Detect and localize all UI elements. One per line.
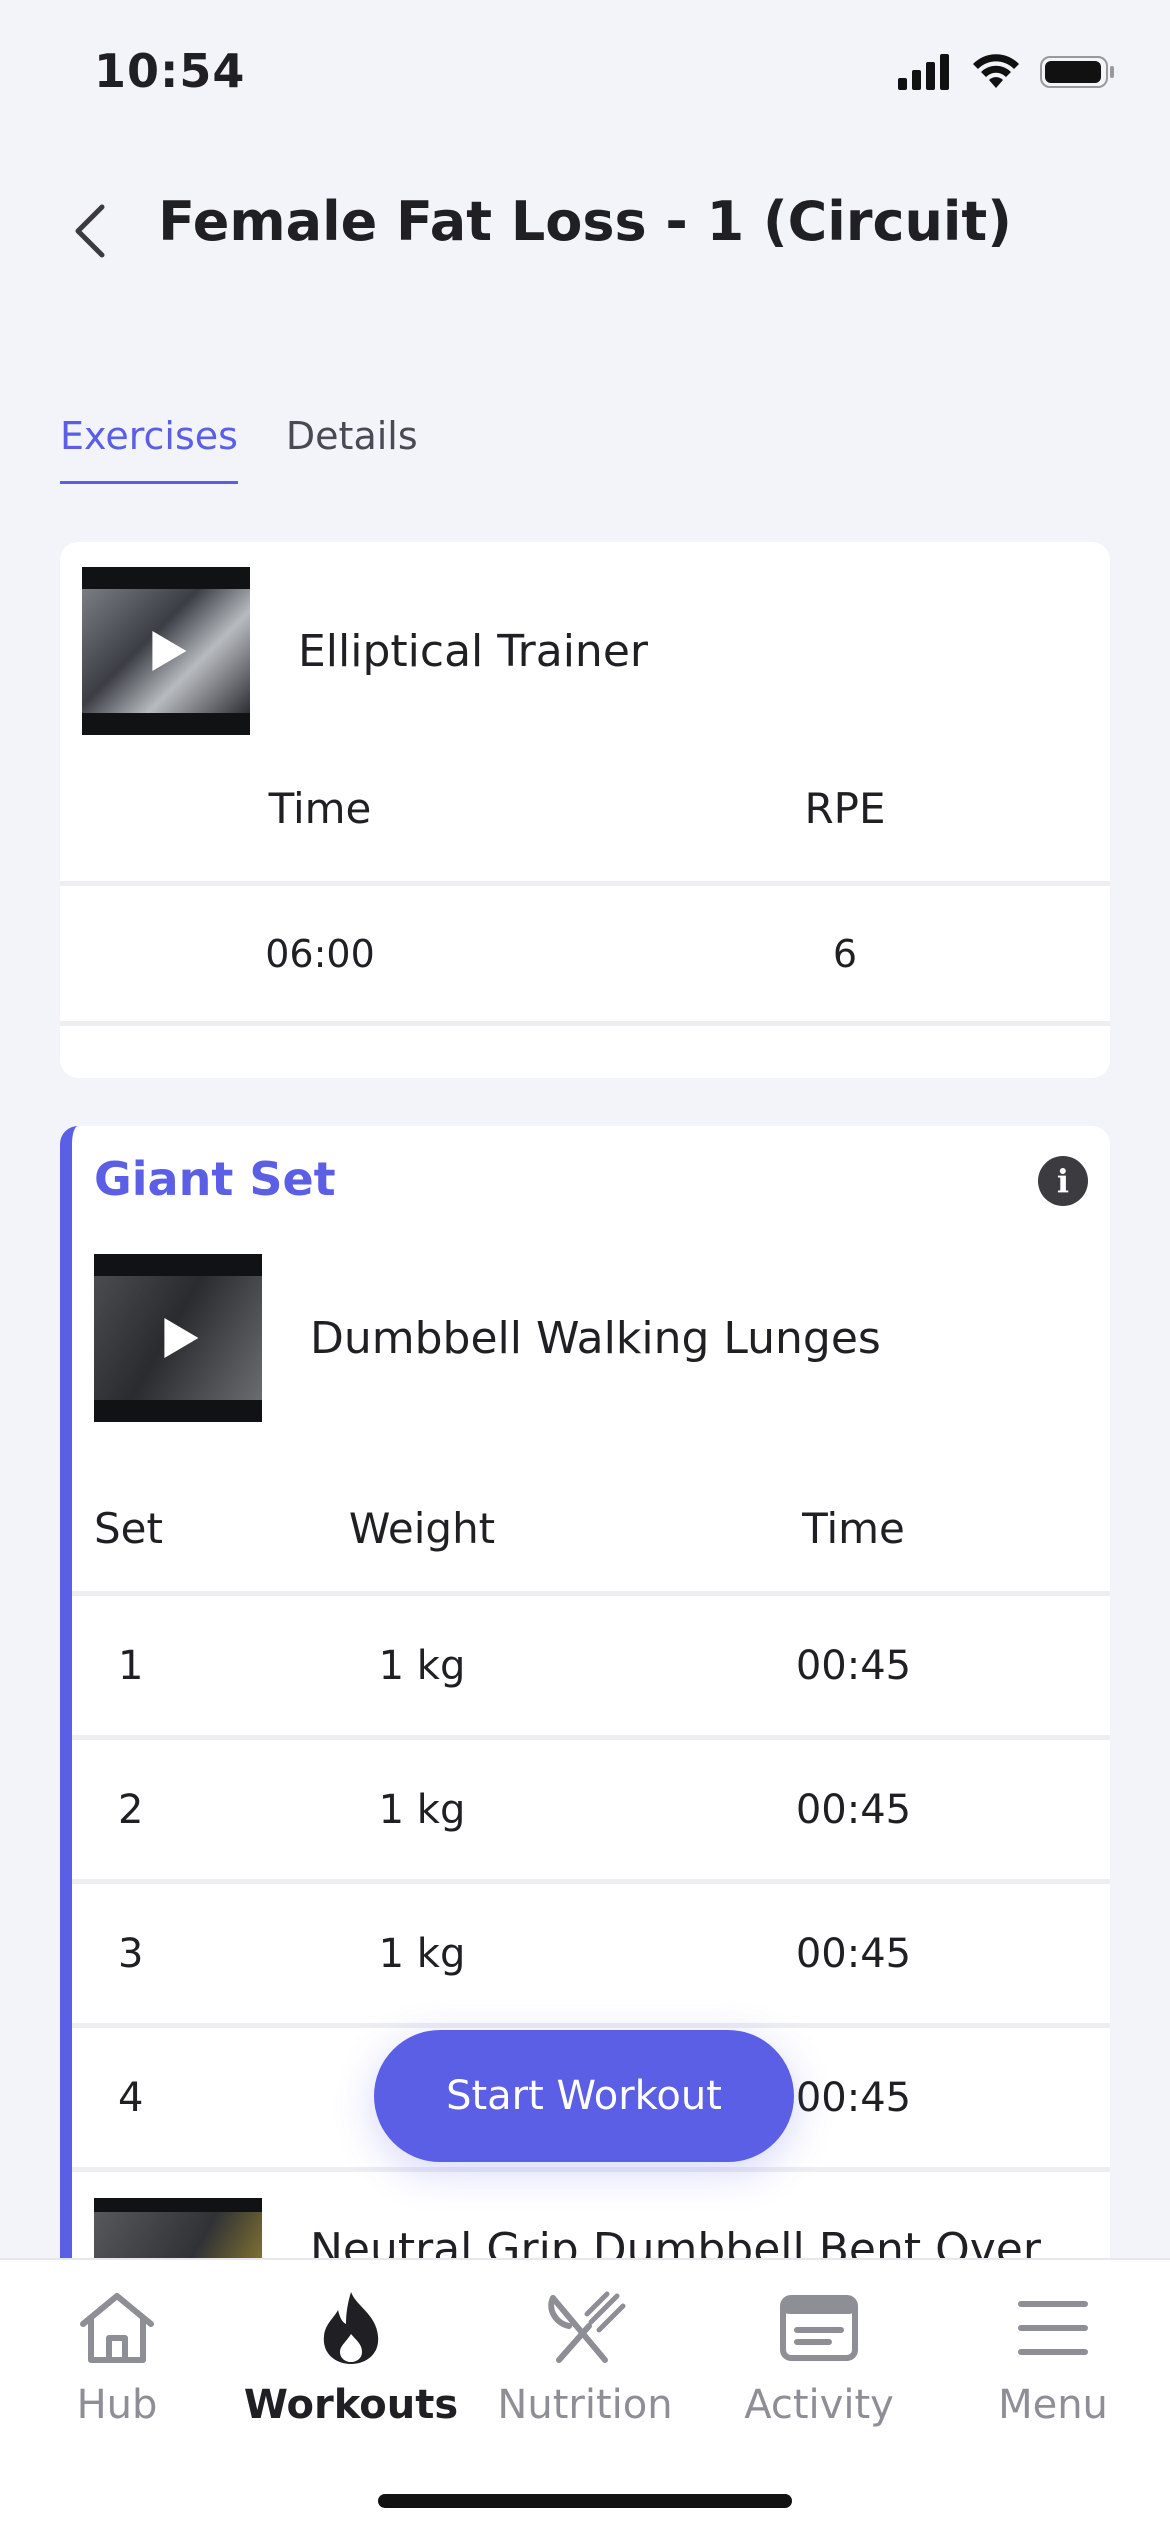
nav-item-hub[interactable]: Hub [0,2260,234,2460]
column-header-set: Set [94,1504,163,1553]
page-title: Female Fat Loss - 1 (Circuit) [158,190,1012,253]
status-time: 10:54 [94,44,246,98]
status-bar: 10:54 [0,0,1170,140]
fork-knife-icon [548,2291,626,2363]
set-number: 1 [118,1642,144,1689]
hamburger-menu-icon [1018,2301,1088,2355]
column-header-time: Time [802,1504,905,1553]
exercise-name: Elliptical Trainer [298,625,648,677]
weight-value: 1 kg [378,1930,466,1977]
start-workout-button[interactable]: Start Workout [374,2030,794,2162]
set-number: 4 [118,2074,144,2121]
column-header-rpe: RPE [804,784,886,833]
column-header-weight: Weight [348,1504,496,1553]
nav-label: Nutrition [497,2382,673,2428]
exercise-video-thumbnail[interactable] [94,1254,262,1422]
info-icon[interactable]: i [1038,1156,1088,1206]
exercise-header[interactable]: Neutral Grip Dumbbell Bent Over [94,2198,1041,2266]
exercise-video-thumbnail[interactable] [82,567,250,735]
table-row[interactable]: 3 1 kg 00:45 [72,1884,1110,2028]
home-indicator [378,2494,792,2508]
table-header: Set Weight Time [72,1466,1110,1596]
status-icons [898,54,1116,90]
exercise-header[interactable]: Elliptical Trainer [60,566,1110,736]
nav-item-menu[interactable]: Menu [936,2260,1170,2460]
weight-value: 1 kg [378,1642,466,1689]
nav-item-nutrition[interactable]: Nutrition [468,2260,702,2460]
battery-icon [1040,56,1114,88]
bottom-navigation: Hub Workouts Nutrition Activity Menu [0,2258,1170,2532]
time-value: 06:00 [265,931,375,976]
nav-item-workouts[interactable]: Workouts [234,2260,468,2460]
weight-value: 1 kg [378,1786,466,1833]
exercise-card: Elliptical Trainer Time RPE 06:00 6 [60,542,1110,1078]
time-value: 00:45 [795,1642,912,1689]
table-row[interactable]: 2 1 kg 00:45 [72,1740,1110,1884]
tab-bar: Exercises Details [60,414,418,484]
exercise-video-thumbnail[interactable] [94,2198,262,2266]
home-icon [80,2293,154,2363]
wifi-icon [973,54,1019,88]
rpe-value: 6 [832,931,858,976]
time-value: 00:45 [795,1786,912,1833]
exercise-name: Dumbbell Walking Lunges [310,1312,881,1364]
cellular-signal-icon [898,54,949,90]
nav-label: Hub [76,2382,158,2428]
activity-card-icon [780,2295,858,2361]
tab-exercises[interactable]: Exercises [60,414,238,484]
time-value: 00:45 [795,1930,912,1977]
play-icon [164,1318,199,1358]
nav-label: Activity [744,2382,894,2428]
nav-label: Workouts [243,2382,459,2428]
tab-details[interactable]: Details [286,414,418,484]
set-number: 2 [118,1786,144,1833]
play-icon [152,631,187,671]
set-number: 3 [118,1930,144,1977]
table-header: Time RPE [60,736,1110,886]
chevron-left-icon [75,204,105,258]
giant-set-title: Giant Set [94,1152,336,1206]
nav-item-activity[interactable]: Activity [702,2260,936,2460]
table-row[interactable]: 06:00 6 [60,886,1110,1026]
exercise-header[interactable]: Dumbbell Walking Lunges [94,1254,881,1422]
flame-icon [323,2292,379,2364]
back-button[interactable] [60,196,120,266]
nav-label: Menu [998,2382,1108,2428]
table-row[interactable]: 1 1 kg 00:45 [72,1596,1110,1740]
column-header-time: Time [268,784,372,833]
